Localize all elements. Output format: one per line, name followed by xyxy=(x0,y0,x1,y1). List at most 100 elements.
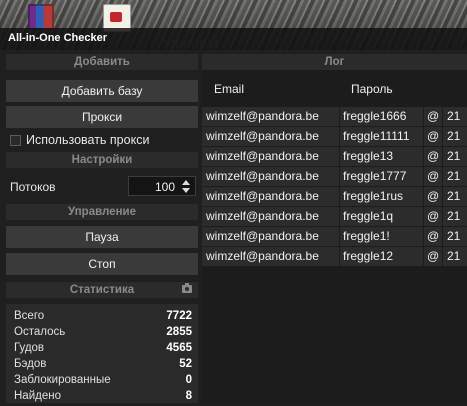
column-divider xyxy=(339,207,340,226)
log-email: wimzelf@pandora.be xyxy=(206,169,319,183)
log-password: freggle1666 xyxy=(343,109,407,123)
column-divider xyxy=(339,107,340,126)
stats-section-title: Статистика xyxy=(69,284,135,296)
threads-label: Потоков xyxy=(10,180,56,194)
stat-label: Бэдов xyxy=(14,358,47,370)
stat-row: Осталось 2855 xyxy=(14,326,192,342)
log-panel: Лог Email Пароль wimzelf@pandora.be freg… xyxy=(202,54,467,403)
settings-section-header: Настройки xyxy=(6,152,198,168)
log-number: 21 xyxy=(447,209,461,223)
log-email: wimzelf@pandora.be xyxy=(206,129,319,143)
log-number: 21 xyxy=(447,109,461,123)
use-proxy-option[interactable]: Использовать прокси xyxy=(6,131,198,149)
log-row[interactable]: wimzelf@pandora.be freggle1! @ 21 xyxy=(202,226,467,247)
column-divider xyxy=(423,187,424,206)
use-proxy-checkbox[interactable] xyxy=(10,135,21,146)
add-base-button[interactable]: Добавить базу xyxy=(6,80,198,102)
archive-desktop-icon[interactable] xyxy=(28,4,54,30)
stat-value: 2855 xyxy=(166,326,192,338)
threads-value[interactable]: 100 xyxy=(155,180,175,194)
stat-row: Бэдов 52 xyxy=(14,358,192,374)
stat-value: 7722 xyxy=(166,310,192,322)
column-divider xyxy=(442,127,443,146)
pause-button[interactable]: Пауза xyxy=(6,226,198,248)
log-number: 21 xyxy=(447,249,461,263)
use-proxy-label: Использовать прокси xyxy=(26,133,150,147)
column-divider xyxy=(423,207,424,226)
stat-value: 8 xyxy=(185,390,192,402)
log-email: wimzelf@pandora.be xyxy=(206,109,319,123)
stat-label: Найдено xyxy=(14,390,61,402)
log-number: 21 xyxy=(447,189,461,203)
stat-label: Заблокированные xyxy=(14,374,111,386)
log-row[interactable]: wimzelf@pandora.be freggle12 @ 21 xyxy=(202,246,467,267)
stat-value: 4565 xyxy=(166,342,192,354)
stat-label: Всего xyxy=(14,310,45,322)
camera-icon[interactable] xyxy=(182,283,192,293)
stats-panel: Всего 7722 Осталось 2855 Гудов 4565 Бэдо… xyxy=(6,304,198,403)
column-divider xyxy=(423,247,424,266)
log-password: freggle13 xyxy=(343,149,394,163)
column-divider xyxy=(423,147,424,166)
log-row[interactable]: wimzelf@pandora.be freggle1rus @ 21 xyxy=(202,186,467,207)
column-divider xyxy=(339,167,340,186)
column-divider xyxy=(442,107,443,126)
log-extra: @ xyxy=(427,209,439,223)
log-row[interactable]: wimzelf@pandora.be freggle1q @ 21 xyxy=(202,206,467,227)
stat-row: Всего 7722 xyxy=(14,310,192,326)
column-header-email[interactable]: Email xyxy=(214,82,244,96)
log-header: Лог xyxy=(202,54,467,70)
column-divider xyxy=(442,147,443,166)
log-row[interactable]: wimzelf@pandora.be freggle1666 @ 21 xyxy=(202,106,467,127)
log-extra: @ xyxy=(427,169,439,183)
control-panel: Добавить Добавить базу Прокси Использова… xyxy=(6,54,198,403)
log-extra: @ xyxy=(427,189,439,203)
log-email: wimzelf@pandora.be xyxy=(206,149,319,163)
stat-label: Гудов xyxy=(14,342,45,354)
column-divider xyxy=(442,247,443,266)
log-row[interactable]: wimzelf@pandora.be freggle1777 @ 21 xyxy=(202,166,467,187)
log-row[interactable]: wimzelf@pandora.be freggle11111 @ 21 xyxy=(202,126,467,147)
window-titlebar[interactable]: All-in-One Checker xyxy=(0,28,467,50)
column-divider xyxy=(423,107,424,126)
proxy-button[interactable]: Прокси xyxy=(6,106,198,128)
chevron-up-icon[interactable] xyxy=(182,180,190,185)
log-password: freggle1q xyxy=(343,209,394,223)
log-password: freggle1! xyxy=(343,229,390,243)
log-row[interactable]: wimzelf@pandora.be freggle13 @ 21 xyxy=(202,146,467,167)
column-divider xyxy=(423,167,424,186)
app-window: Добавить Добавить базу Прокси Использова… xyxy=(0,50,467,403)
log-email: wimzelf@pandora.be xyxy=(206,249,319,263)
column-divider xyxy=(339,227,340,246)
column-divider xyxy=(423,127,424,146)
log-extra: @ xyxy=(427,249,439,263)
stat-row: Заблокированные 0 xyxy=(14,374,192,390)
log-number: 21 xyxy=(447,129,461,143)
stat-label: Осталось xyxy=(14,326,66,338)
stat-value: 52 xyxy=(179,358,192,370)
column-divider xyxy=(339,147,340,166)
column-divider xyxy=(339,187,340,206)
spin-arrows[interactable] xyxy=(180,178,192,194)
log-email: wimzelf@pandora.be xyxy=(206,229,319,243)
column-divider xyxy=(442,167,443,186)
column-divider xyxy=(442,227,443,246)
log-extra: @ xyxy=(427,229,439,243)
column-header-password[interactable]: Пароль xyxy=(351,82,393,96)
log-extra: @ xyxy=(427,149,439,163)
log-number: 21 xyxy=(447,169,461,183)
window-title: All-in-One Checker xyxy=(8,32,108,44)
log-password: freggle12 xyxy=(343,249,394,263)
log-password: freggle11111 xyxy=(343,129,410,143)
log-extra: @ xyxy=(427,109,439,123)
column-divider xyxy=(423,227,424,246)
column-divider xyxy=(339,247,340,266)
threads-spinbox[interactable]: 100 xyxy=(128,176,196,196)
log-password: freggle1777 xyxy=(343,169,407,183)
chevron-down-icon[interactable] xyxy=(182,188,190,193)
stop-button[interactable]: Стоп xyxy=(6,253,198,275)
column-divider xyxy=(442,207,443,226)
log-email: wimzelf@pandora.be xyxy=(206,189,319,203)
column-divider xyxy=(442,187,443,206)
add-section-header: Добавить xyxy=(6,54,198,70)
